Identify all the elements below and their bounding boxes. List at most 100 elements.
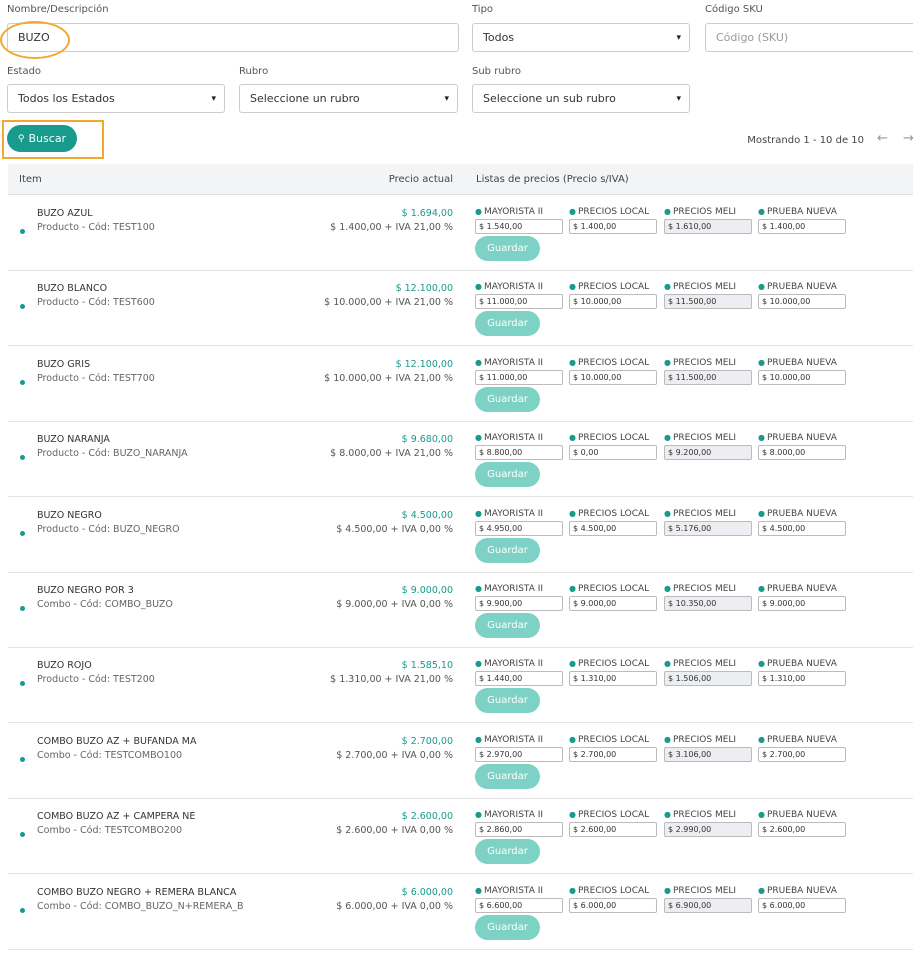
price-list-input[interactable]: $ 1.400,00 bbox=[569, 219, 657, 234]
price-list-input[interactable]: $ 9.000,00 bbox=[758, 596, 846, 611]
price-list-input[interactable]: $ 6.600,00 bbox=[475, 897, 563, 913]
save-button[interactable]: Guardar bbox=[475, 462, 540, 488]
price-list-input[interactable]: $ 9.900,00 bbox=[475, 596, 563, 611]
estado-select[interactable]: Todos los Estados ▾ bbox=[7, 84, 225, 113]
price-list-input[interactable]: $ 2.700,00 bbox=[569, 746, 657, 762]
save-button[interactable]: Guardar bbox=[475, 914, 540, 940]
price-list-name: ● PRECIOS MELI bbox=[664, 584, 752, 594]
bullet-icon: ● bbox=[569, 433, 576, 443]
price-list-input[interactable]: $ 10.000,00 bbox=[569, 369, 657, 385]
highlight-box bbox=[2, 120, 104, 159]
subrubro-select[interactable]: Seleccione un sub rubro ▾ bbox=[472, 84, 690, 113]
save-button[interactable]: Guardar bbox=[475, 537, 540, 563]
price-list-input[interactable]: $ 2.600,00 bbox=[758, 822, 846, 838]
price-list-label: PRUEBA NUEVA bbox=[766, 433, 837, 444]
price-list-input[interactable]: $ 0,00 bbox=[569, 445, 657, 461]
bullet-icon: ● bbox=[569, 885, 576, 895]
rubro-select[interactable]: Seleccione un rubro ▾ bbox=[239, 84, 458, 113]
status-dot bbox=[20, 907, 25, 913]
price-list-name: ● PRECIOS MELI bbox=[664, 282, 752, 292]
price-list-label: PRECIOS LOCAL bbox=[577, 282, 650, 293]
item-price-detail: $ 9.000,00 + IVA 0,00 % bbox=[336, 599, 453, 610]
save-button[interactable]: Guardar bbox=[475, 236, 540, 261]
item-sub: Combo - Cód: TESTCOMBO200 bbox=[37, 825, 183, 837]
price-list-input[interactable]: $ 10.000,00 bbox=[758, 294, 846, 310]
price-list-input[interactable]: $ 1.310,00 bbox=[569, 671, 657, 687]
bullet-icon: ● bbox=[664, 282, 671, 292]
price-list-name: ● PRECIOS LOCAL bbox=[569, 358, 657, 368]
name-label: Nombre/Descripción bbox=[7, 4, 109, 15]
bullet-icon: ● bbox=[569, 282, 576, 292]
next-page-arrow-icon[interactable]: → bbox=[903, 131, 913, 146]
price-list-input[interactable]: $ 4.500,00 bbox=[758, 520, 846, 536]
item-price-detail: $ 2.700,00 + IVA 0,00 % bbox=[336, 749, 453, 761]
price-list-name: ● PRECIOS LOCAL bbox=[569, 810, 657, 820]
price-list-label: PRECIOS MELI bbox=[672, 659, 737, 670]
save-button[interactable]: Guardar bbox=[475, 763, 540, 789]
price-list-input[interactable]: $ 2.700,00 bbox=[758, 746, 846, 762]
price-list-input[interactable]: $ 11.000,00 bbox=[475, 369, 563, 385]
price-list-input[interactable]: $ 2.970,00 bbox=[475, 746, 563, 762]
save-button[interactable]: Guardar bbox=[475, 311, 540, 337]
price-list-input[interactable]: $ 2.860,00 bbox=[475, 822, 563, 838]
table-row: COMBO BUZO AZ + BUFANDA MA Combo - Cód: T… bbox=[8, 724, 913, 799]
price-list-name: ● PRECIOS MELI bbox=[664, 358, 752, 368]
price-list: ● MAYORISTA II $ 2.970,00 bbox=[475, 735, 563, 762]
price-list-input[interactable]: $ 6.000,00 bbox=[569, 897, 657, 913]
rubro-select-value: Seleccione un rubro bbox=[250, 92, 360, 105]
price-list-label: MAYORISTA II bbox=[483, 357, 544, 368]
bullet-icon: ● bbox=[664, 734, 671, 744]
price-list-input[interactable]: $ 1.400,00 bbox=[758, 219, 846, 234]
price-list-input[interactable]: $ 11.000,00 bbox=[475, 294, 563, 310]
price-list-label: PRUEBA NUEVA bbox=[766, 282, 837, 293]
subrubro-label: Sub rubro bbox=[472, 66, 522, 77]
price-list-label: PRUEBA NUEVA bbox=[766, 207, 837, 217]
item-price: $ 9.680,00 bbox=[401, 434, 453, 446]
bullet-icon: ● bbox=[758, 810, 765, 820]
item-sub: Producto - Cód: TEST200 bbox=[37, 674, 155, 686]
price-list: ● MAYORISTA II $ 2.860,00 bbox=[475, 810, 563, 838]
bullet-icon: ● bbox=[758, 433, 765, 443]
price-list-label: PRECIOS LOCAL bbox=[577, 207, 650, 217]
price-list-name: ● PRECIOS MELI bbox=[664, 509, 752, 519]
price-list-input[interactable]: $ 10.000,00 bbox=[758, 369, 846, 385]
sku-input[interactable]: Código (SKU) bbox=[705, 23, 913, 52]
price-list: ● PRECIOS MELI $ 1.506,00 bbox=[664, 659, 752, 687]
price-list-input[interactable]: $ 6.000,00 bbox=[758, 897, 846, 913]
price-list-input[interactable]: $ 2.600,00 bbox=[569, 822, 657, 838]
price-list-input[interactable]: $ 10.000,00 bbox=[569, 294, 657, 310]
price-list-input[interactable]: $ 8.800,00 bbox=[475, 445, 563, 461]
save-button[interactable]: Guardar bbox=[475, 839, 540, 865]
table-row: COMBO BUZO NEGRO + REMERA BLANCA Combo - … bbox=[8, 875, 913, 950]
item-name: BUZO ROJO bbox=[37, 660, 92, 672]
price-list: ● PRUEBA NUEVA $ 8.000,00 bbox=[758, 433, 846, 461]
bullet-icon: ● bbox=[569, 207, 576, 216]
price-list-input[interactable]: $ 4.500,00 bbox=[569, 520, 657, 536]
price-list-label: PRECIOS MELI bbox=[672, 810, 737, 821]
save-button[interactable]: Guardar bbox=[475, 386, 540, 412]
prev-page-arrow-icon[interactable]: ← bbox=[877, 131, 888, 146]
price-list-input[interactable]: $ 9.000,00 bbox=[569, 596, 657, 611]
save-button[interactable]: Guardar bbox=[475, 688, 540, 714]
price-list-name: ● PRECIOS LOCAL bbox=[569, 433, 657, 443]
price-list-name: ● MAYORISTA II bbox=[475, 282, 563, 292]
price-list: ● PRECIOS LOCAL $ 10.000,00 bbox=[569, 282, 657, 310]
price-list-label: MAYORISTA II bbox=[483, 282, 544, 293]
price-list: ● MAYORISTA II $ 1.540,00 bbox=[475, 207, 563, 234]
price-list-input[interactable]: $ 1.310,00 bbox=[758, 671, 846, 687]
price-list-name: ● PRUEBA NUEVA bbox=[758, 509, 846, 519]
name-input[interactable]: BUZO bbox=[7, 23, 459, 52]
price-list-label: PRECIOS LOCAL bbox=[577, 734, 650, 745]
price-list: ● MAYORISTA II $ 9.900,00 bbox=[475, 584, 563, 611]
tipo-select[interactable]: Todos ▾ bbox=[472, 23, 690, 52]
price-list-input[interactable]: $ 1.440,00 bbox=[475, 671, 563, 687]
price-list-input[interactable]: $ 4.950,00 bbox=[475, 520, 563, 536]
price-list-name: ● PRUEBA NUEVA bbox=[758, 886, 846, 896]
price-list-input[interactable]: $ 8.000,00 bbox=[758, 445, 846, 461]
bullet-icon: ● bbox=[758, 734, 765, 744]
bullet-icon: ● bbox=[475, 584, 482, 593]
save-button[interactable]: Guardar bbox=[475, 613, 540, 638]
item-price-detail: $ 6.000,00 + IVA 0,00 % bbox=[336, 900, 453, 912]
price-list-input[interactable]: $ 1.540,00 bbox=[475, 219, 563, 234]
price-list-input: $ 3.106,00 bbox=[664, 746, 752, 762]
